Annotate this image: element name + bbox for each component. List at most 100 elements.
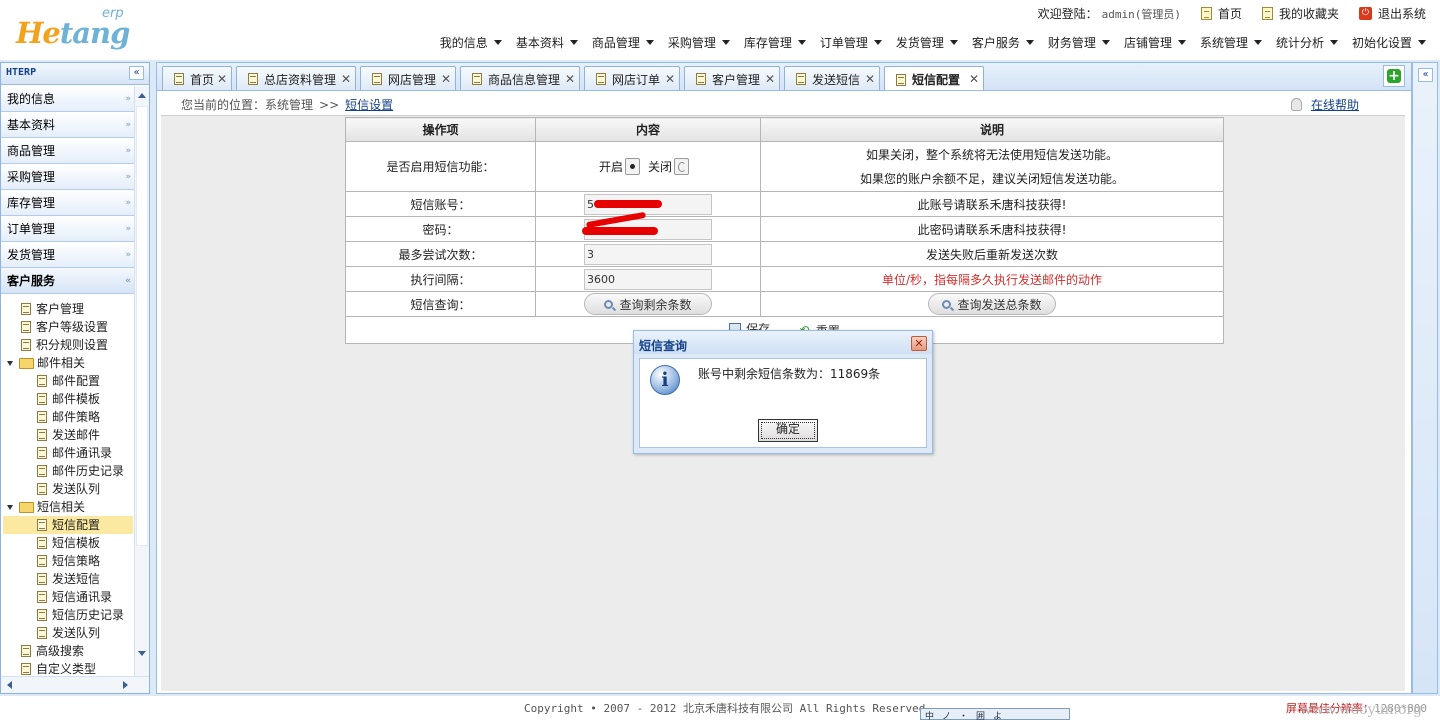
nav-item-init-settings[interactable]: 初始化设置 <box>1352 34 1426 51</box>
page-icon <box>37 537 47 549</box>
close-icon[interactable]: ✕ <box>765 72 775 86</box>
tree-item[interactable]: 邮件策略 <box>3 408 133 426</box>
tab-send-sms[interactable]: 发送短信 ✕ <box>784 66 880 91</box>
tree-item-label: 短信通讯录 <box>52 590 113 604</box>
scroll-up-icon[interactable] <box>138 93 146 98</box>
close-icon[interactable]: ✕ <box>217 72 227 86</box>
nav-item-product[interactable]: 商品管理 <box>592 34 654 51</box>
close-icon[interactable]: ✕ <box>441 72 451 86</box>
info-icon: i <box>650 365 680 395</box>
redaction-mark <box>582 227 658 235</box>
tree-item[interactable]: 邮件模板 <box>3 390 133 408</box>
scroll-left-icon[interactable] <box>7 681 12 689</box>
sms-query-dialog: 短信查询 ✕ i 账号中剩余短信条数为：11869条 确定 <box>633 330 933 454</box>
online-help-link[interactable]: 在线帮助 <box>1290 96 1359 113</box>
tree-item[interactable]: 邮件历史记录 <box>3 462 133 480</box>
close-icon[interactable]: ✕ <box>911 336 927 351</box>
tab-product-info[interactable]: 商品信息管理 ✕ <box>460 66 580 91</box>
close-icon[interactable]: ✕ <box>665 72 675 86</box>
close-icon[interactable]: ✕ <box>341 72 351 86</box>
nav-item-orders[interactable]: 订单管理 <box>820 34 882 51</box>
close-icon[interactable]: ✕ <box>865 72 875 86</box>
nav-item-basic-data[interactable]: 基本资料 <box>516 34 578 51</box>
nav-item-finance[interactable]: 财务管理 <box>1048 34 1110 51</box>
tab-sms-config[interactable]: 短信配置 ✕ <box>884 66 984 92</box>
tab-home[interactable]: 首页 ✕ <box>162 66 232 91</box>
nav-item-inventory[interactable]: 库存管理 <box>744 34 806 51</box>
sidebar-scrollbar[interactable] <box>134 86 149 678</box>
expand-arrow-icon[interactable] <box>7 504 13 510</box>
page-icon <box>37 393 47 405</box>
max-retries-input[interactable] <box>584 243 712 265</box>
expand-panel-icon[interactable]: « <box>1418 68 1433 82</box>
sidebar-hscrollbar[interactable] <box>1 676 149 693</box>
nav-item-customer-service[interactable]: 客户服务 <box>972 34 1034 51</box>
expand-icon: » <box>125 120 131 130</box>
interval-label: 执行间隔： <box>345 266 536 292</box>
sidebar-item-my-info[interactable]: 我的信息» <box>1 86 134 112</box>
tree-item[interactable]: 短信策略 <box>3 552 133 570</box>
close-icon[interactable]: ✕ <box>565 72 575 86</box>
tree-item[interactable]: 发送邮件 <box>3 426 133 444</box>
breadcrumb-current[interactable]: 短信设置 <box>345 98 393 112</box>
page-icon <box>696 73 706 85</box>
tree-item[interactable]: 客户等级设置 <box>3 318 133 336</box>
query-remaining-button[interactable]: 查询剩余条数 <box>584 293 712 315</box>
interval-input[interactable] <box>584 268 712 290</box>
tree-item-label: 邮件策略 <box>52 410 101 424</box>
tree-item-label: 邮件通讯录 <box>52 446 113 460</box>
tree-folder[interactable]: 短信相关 <box>3 498 133 516</box>
tree-item[interactable]: 邮件配置 <box>3 372 133 390</box>
ok-button[interactable]: 确定 <box>758 419 818 442</box>
tab-online-orders[interactable]: 网店订单 ✕ <box>584 66 680 91</box>
tree-item[interactable]: 短信历史记录 <box>3 606 133 624</box>
nav-item-my-info[interactable]: 我的信息 <box>440 34 502 51</box>
nav-item-purchase[interactable]: 采购管理 <box>668 34 730 51</box>
sidebar-item-product[interactable]: 商品管理» <box>1 138 134 164</box>
tree-item[interactable]: 积分规则设置 <box>3 336 133 354</box>
nav-item-system[interactable]: 系统管理 <box>1200 34 1262 51</box>
sidebar-item-customer-service[interactable]: 客户服务 « <box>1 268 134 294</box>
enable-on-radio[interactable] <box>625 158 640 175</box>
tab-customer-mgmt[interactable]: 客户管理 ✕ <box>684 66 780 91</box>
ime-toolbar[interactable]: 中ノ・囲よ <box>920 708 1070 720</box>
expand-arrow-icon[interactable] <box>7 360 13 366</box>
tab-online-store[interactable]: 网店管理 ✕ <box>360 66 456 91</box>
enable-off-radio[interactable] <box>674 158 690 175</box>
tree-item[interactable]: 发送短信 <box>3 570 133 588</box>
tree-item[interactable]: 短信模板 <box>3 534 133 552</box>
enable-sms-label: 是否启用短信功能： <box>345 141 536 192</box>
sidebar-item-orders[interactable]: 订单管理» <box>1 216 134 242</box>
sidebar-item-basic-data[interactable]: 基本资料» <box>1 112 134 138</box>
favorites-link[interactable]: 我的收藏夹 <box>1261 5 1339 22</box>
query-total-sent-button[interactable]: 查询发送总条数 <box>928 293 1056 315</box>
scroll-thumb[interactable] <box>136 106 148 546</box>
tree-item[interactable]: 发送队列 <box>3 624 133 642</box>
tree-item[interactable]: 客户管理 <box>3 300 133 318</box>
logout-link[interactable]: ⏻ 退出系统 <box>1358 5 1426 22</box>
redaction-mark <box>594 200 662 208</box>
tree-item[interactable]: 高级搜索 <box>3 642 133 660</box>
tree-item[interactable]: 邮件通讯录 <box>3 444 133 462</box>
scroll-down-icon[interactable] <box>138 651 146 656</box>
nav-item-store[interactable]: 店铺管理 <box>1124 34 1186 51</box>
collapse-left-icon[interactable]: « <box>129 66 144 80</box>
sidebar-item-inventory[interactable]: 库存管理» <box>1 190 134 216</box>
chevron-down-icon <box>949 40 958 45</box>
tab-hq-data[interactable]: 总店资料管理 ✕ <box>236 66 356 91</box>
sidebar-item-purchase[interactable]: 采购管理» <box>1 164 134 190</box>
sidebar-item-shipping[interactable]: 发货管理» <box>1 242 134 268</box>
add-tab-button[interactable]: + <box>1383 65 1405 87</box>
nav-item-statistics[interactable]: 统计分析 <box>1276 34 1338 51</box>
search-icon <box>604 299 614 309</box>
tree-item[interactable]: 发送队列 <box>3 480 133 498</box>
dialog-message: 账号中剩余短信条数为：11869条 <box>698 367 881 381</box>
tree-folder[interactable]: 邮件相关 <box>3 354 133 372</box>
col-header-description: 说明 <box>760 117 1224 142</box>
scroll-right-icon[interactable] <box>123 681 128 689</box>
close-icon[interactable]: ✕ <box>969 72 979 86</box>
home-link[interactable]: 首页 <box>1200 5 1242 22</box>
nav-item-shipping[interactable]: 发货管理 <box>896 34 958 51</box>
tree-item[interactable]: 短信配置 <box>3 516 133 534</box>
tree-item[interactable]: 短信通讯录 <box>3 588 133 606</box>
